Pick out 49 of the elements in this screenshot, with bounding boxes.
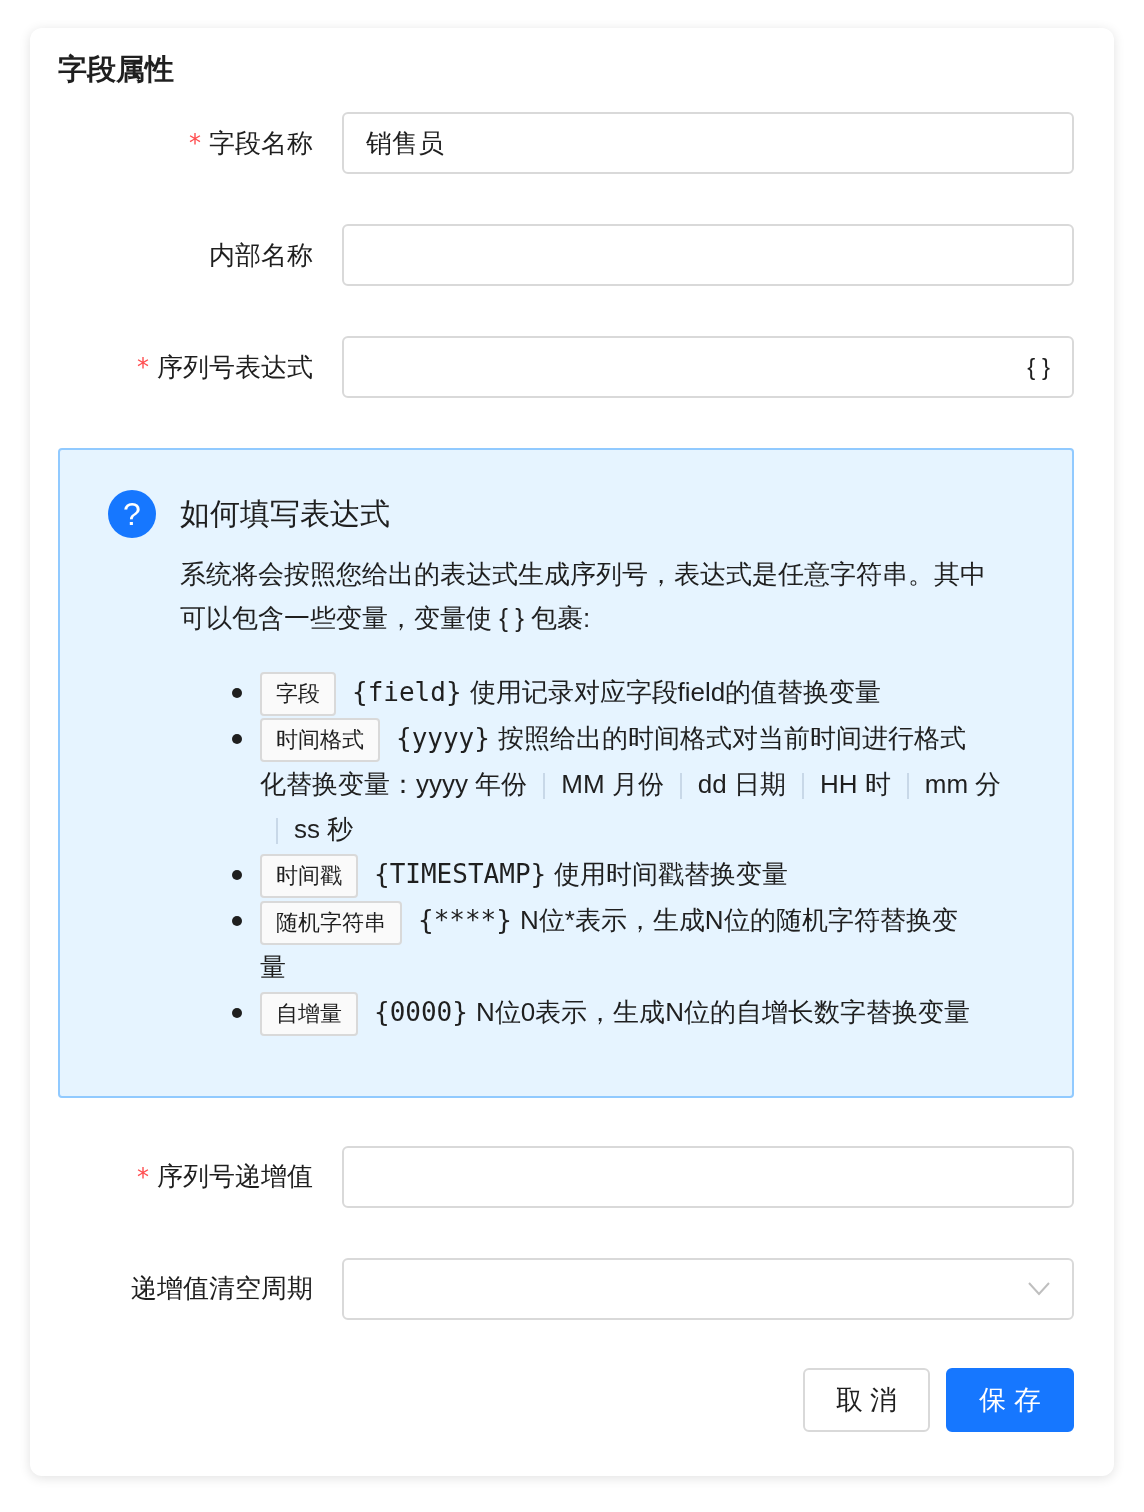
variable-description: 使用记录对应字段field的值替换变量 (469, 677, 882, 707)
variable-tag: 随机字符串 (260, 900, 402, 945)
variable-description: N位*表示，生成N位的随机字符替换变 (519, 905, 958, 936)
field-label: 递增值清空周期 (131, 1272, 313, 1306)
variable-tag: 字段 (260, 672, 336, 717)
save-button[interactable]: 保 存 (946, 1367, 1074, 1432)
variable-tag: 时间格式 (260, 718, 380, 763)
variable-tag: 自增量 (260, 991, 358, 1036)
format-token: dd 日期 (697, 769, 786, 800)
expression-field[interactable]: { } (342, 336, 1074, 398)
format-token: ss 秒 (294, 814, 354, 845)
help-title: 如何填写表达式 (180, 496, 391, 532)
variable-code: {yyyy} (396, 723, 490, 754)
section-title: 字段属性 (58, 52, 175, 87)
field-label: 序列号表达式 (157, 350, 313, 384)
input-field[interactable] (342, 1145, 1074, 1208)
format-token: HH 时 (819, 769, 891, 800)
cancel-button[interactable]: 取 消 (803, 1367, 930, 1432)
input-field[interactable]: 销售员 (342, 112, 1074, 174)
help-text: 系统将会按照您给出的表达式生成序列号，表达式是任意字符串。其中可以包含一些变量，变量使 { } 包裹: (180, 558, 987, 635)
required-mark: * (137, 1162, 149, 1191)
variable-tag: 时间戳 (260, 854, 358, 899)
variable-code: {****} (418, 905, 512, 936)
input-field[interactable] (342, 224, 1074, 286)
variable-code: {field} (352, 677, 462, 707)
field-label: 序列号递增值 (157, 1160, 313, 1194)
required-mark: * (189, 129, 201, 157)
help-icon: ? (108, 490, 156, 538)
chevron-down-icon (1028, 1281, 1050, 1296)
variable-description: 量 (260, 951, 286, 982)
variable-code: {TIMESTAMP} (374, 859, 547, 890)
bullet-icon (232, 734, 242, 745)
variable-code: {0000} (374, 996, 468, 1027)
bullet-icon (232, 916, 242, 927)
required-mark: * (137, 353, 149, 381)
variable-description: 化替换变量： (260, 769, 416, 800)
variable-description: N位0表示，生成N位的自增长数字替换变量 (475, 996, 970, 1027)
bullet-icon (232, 688, 242, 698)
select-field[interactable] (342, 1257, 1074, 1320)
format-token: yyyy 年份 (416, 769, 528, 800)
format-token: mm 分 (924, 769, 1002, 800)
variable-description: 使用时间戳替换变量 (554, 859, 789, 890)
bullet-icon (232, 1007, 242, 1018)
bullet-icon (232, 870, 242, 881)
field-label: 字段名称 (209, 126, 313, 160)
braces-icon[interactable]: { } (1027, 353, 1050, 381)
format-token: MM 月份 (561, 769, 664, 800)
variable-description: 按照给出的时间格式对当前时间进行格式 (497, 723, 966, 754)
field-label: 内部名称 (209, 238, 313, 272)
